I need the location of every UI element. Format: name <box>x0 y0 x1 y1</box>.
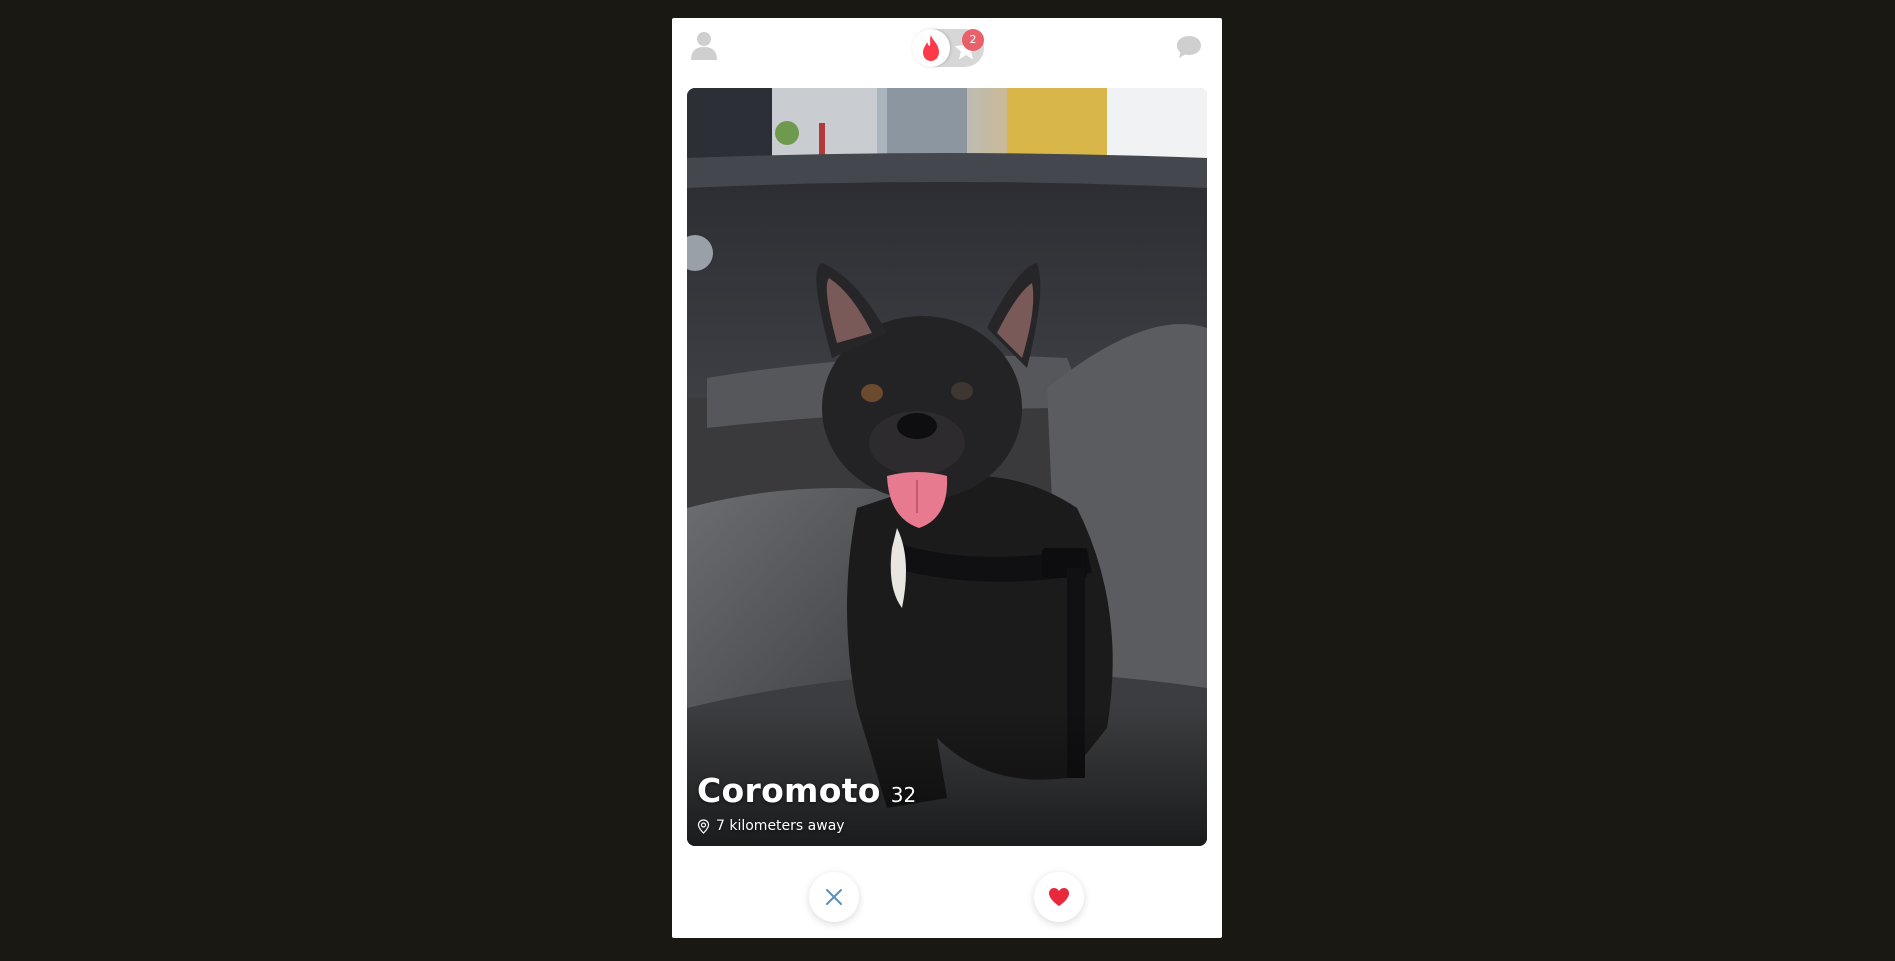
distance-text: 7 kilometers away <box>716 818 845 834</box>
profile-card[interactable]: Coromoto 32 7 kilometers away <box>687 88 1207 846</box>
profile-name: Coromoto <box>697 771 881 810</box>
person-icon <box>691 32 717 60</box>
app-window: 2 Coromoto 32 7 kilometers away <box>672 18 1222 938</box>
messages-button[interactable] <box>1174 32 1204 62</box>
notification-badge: 2 <box>962 29 984 51</box>
top-navigation-bar: 2 <box>672 18 1222 88</box>
profile-button[interactable] <box>688 30 720 62</box>
location-pin-icon <box>697 818 710 834</box>
distance-row: 7 kilometers away <box>697 818 916 834</box>
flame-icon <box>923 35 939 61</box>
chat-bubble-icon <box>1177 36 1201 58</box>
profile-photo <box>687 88 1207 846</box>
name-row: Coromoto 32 <box>697 771 916 810</box>
like-button[interactable] <box>1034 872 1084 922</box>
heart-icon <box>1049 888 1069 906</box>
profile-info: Coromoto 32 7 kilometers away <box>697 771 916 834</box>
close-icon <box>826 889 842 905</box>
profile-age: 32 <box>890 783 917 807</box>
nope-button[interactable] <box>809 872 859 922</box>
